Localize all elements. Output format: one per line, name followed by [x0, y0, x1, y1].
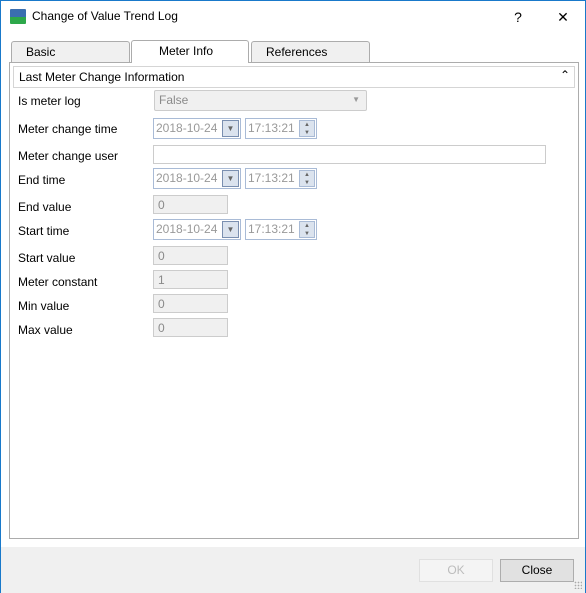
meter-constant-input[interactable]: 1 [153, 270, 228, 289]
meter-change-time-input[interactable]: 17:13:21 ▲ ▼ [245, 118, 317, 139]
date-value: 2018-10-24 [156, 121, 218, 135]
tab-meter-info[interactable]: Meter Info [131, 40, 249, 63]
date-value: 2018-10-24 [156, 171, 218, 185]
close-button[interactable]: Close [500, 559, 574, 582]
close-window-button[interactable]: ✕ [548, 5, 578, 29]
section-header[interactable]: Last Meter Change Information ⌃ [13, 66, 575, 88]
start-time-label: Start time [18, 224, 70, 238]
is-meter-log-label: Is meter log [18, 94, 81, 108]
window-title: Change of Value Trend Log [32, 9, 178, 23]
tab-references[interactable]: References [251, 41, 370, 62]
end-time-label: End time [18, 173, 66, 187]
start-date-picker[interactable]: 2018-10-24 ▼ [153, 219, 241, 240]
time-value: 17:13:21 [248, 121, 295, 135]
spinner-icon[interactable]: ▲ ▼ [299, 120, 315, 137]
date-value: 2018-10-24 [156, 222, 218, 236]
calendar-dropdown-icon[interactable]: ▼ [222, 170, 239, 187]
end-value-label: End value [18, 200, 72, 214]
section-title: Last Meter Change Information [19, 70, 185, 84]
meter-change-time-label: Meter change time [18, 122, 118, 136]
is-meter-log-select[interactable]: False ▼ [154, 90, 367, 111]
start-value-label: Start value [18, 251, 76, 265]
help-button[interactable]: ? [503, 5, 533, 29]
title-bar: Change of Value Trend Log ? ✕ [1, 1, 585, 33]
min-value-input[interactable]: 0 [153, 294, 228, 313]
start-value-input[interactable]: 0 [153, 246, 228, 265]
end-time-input[interactable]: 17:13:21 ▲ ▼ [245, 168, 317, 189]
ok-button[interactable]: OK [419, 559, 493, 582]
calendar-dropdown-icon[interactable]: ▼ [222, 120, 239, 137]
dropdown-arrow-icon: ▼ [352, 95, 360, 104]
time-value: 17:13:21 [248, 171, 295, 185]
footer [1, 547, 585, 593]
meter-change-user-label: Meter change user [18, 149, 119, 163]
is-meter-log-value: False [159, 93, 189, 107]
dialog-window: Change of Value Trend Log ? ✕ Basic Mete… [0, 0, 586, 593]
min-value-label: Min value [18, 299, 70, 313]
meter-change-date-picker[interactable]: 2018-10-24 ▼ [153, 118, 241, 139]
spinner-icon[interactable]: ▲ ▼ [299, 170, 315, 187]
app-icon [10, 9, 26, 24]
calendar-dropdown-icon[interactable]: ▼ [222, 221, 239, 238]
chevron-up-icon[interactable]: ⌃ [560, 68, 570, 82]
spinner-icon[interactable]: ▲ ▼ [299, 221, 315, 238]
start-time-input[interactable]: 17:13:21 ▲ ▼ [245, 219, 317, 240]
meter-change-user-input[interactable] [153, 145, 546, 164]
max-value-label: Max value [18, 323, 73, 337]
end-value-input[interactable]: 0 [153, 195, 228, 214]
time-value: 17:13:21 [248, 222, 295, 236]
end-date-picker[interactable]: 2018-10-24 ▼ [153, 168, 241, 189]
max-value-input[interactable]: 0 [153, 318, 228, 337]
meter-constant-label: Meter constant [18, 275, 98, 289]
tab-basic[interactable]: Basic [11, 41, 130, 62]
resize-grip-icon[interactable] [574, 581, 582, 589]
